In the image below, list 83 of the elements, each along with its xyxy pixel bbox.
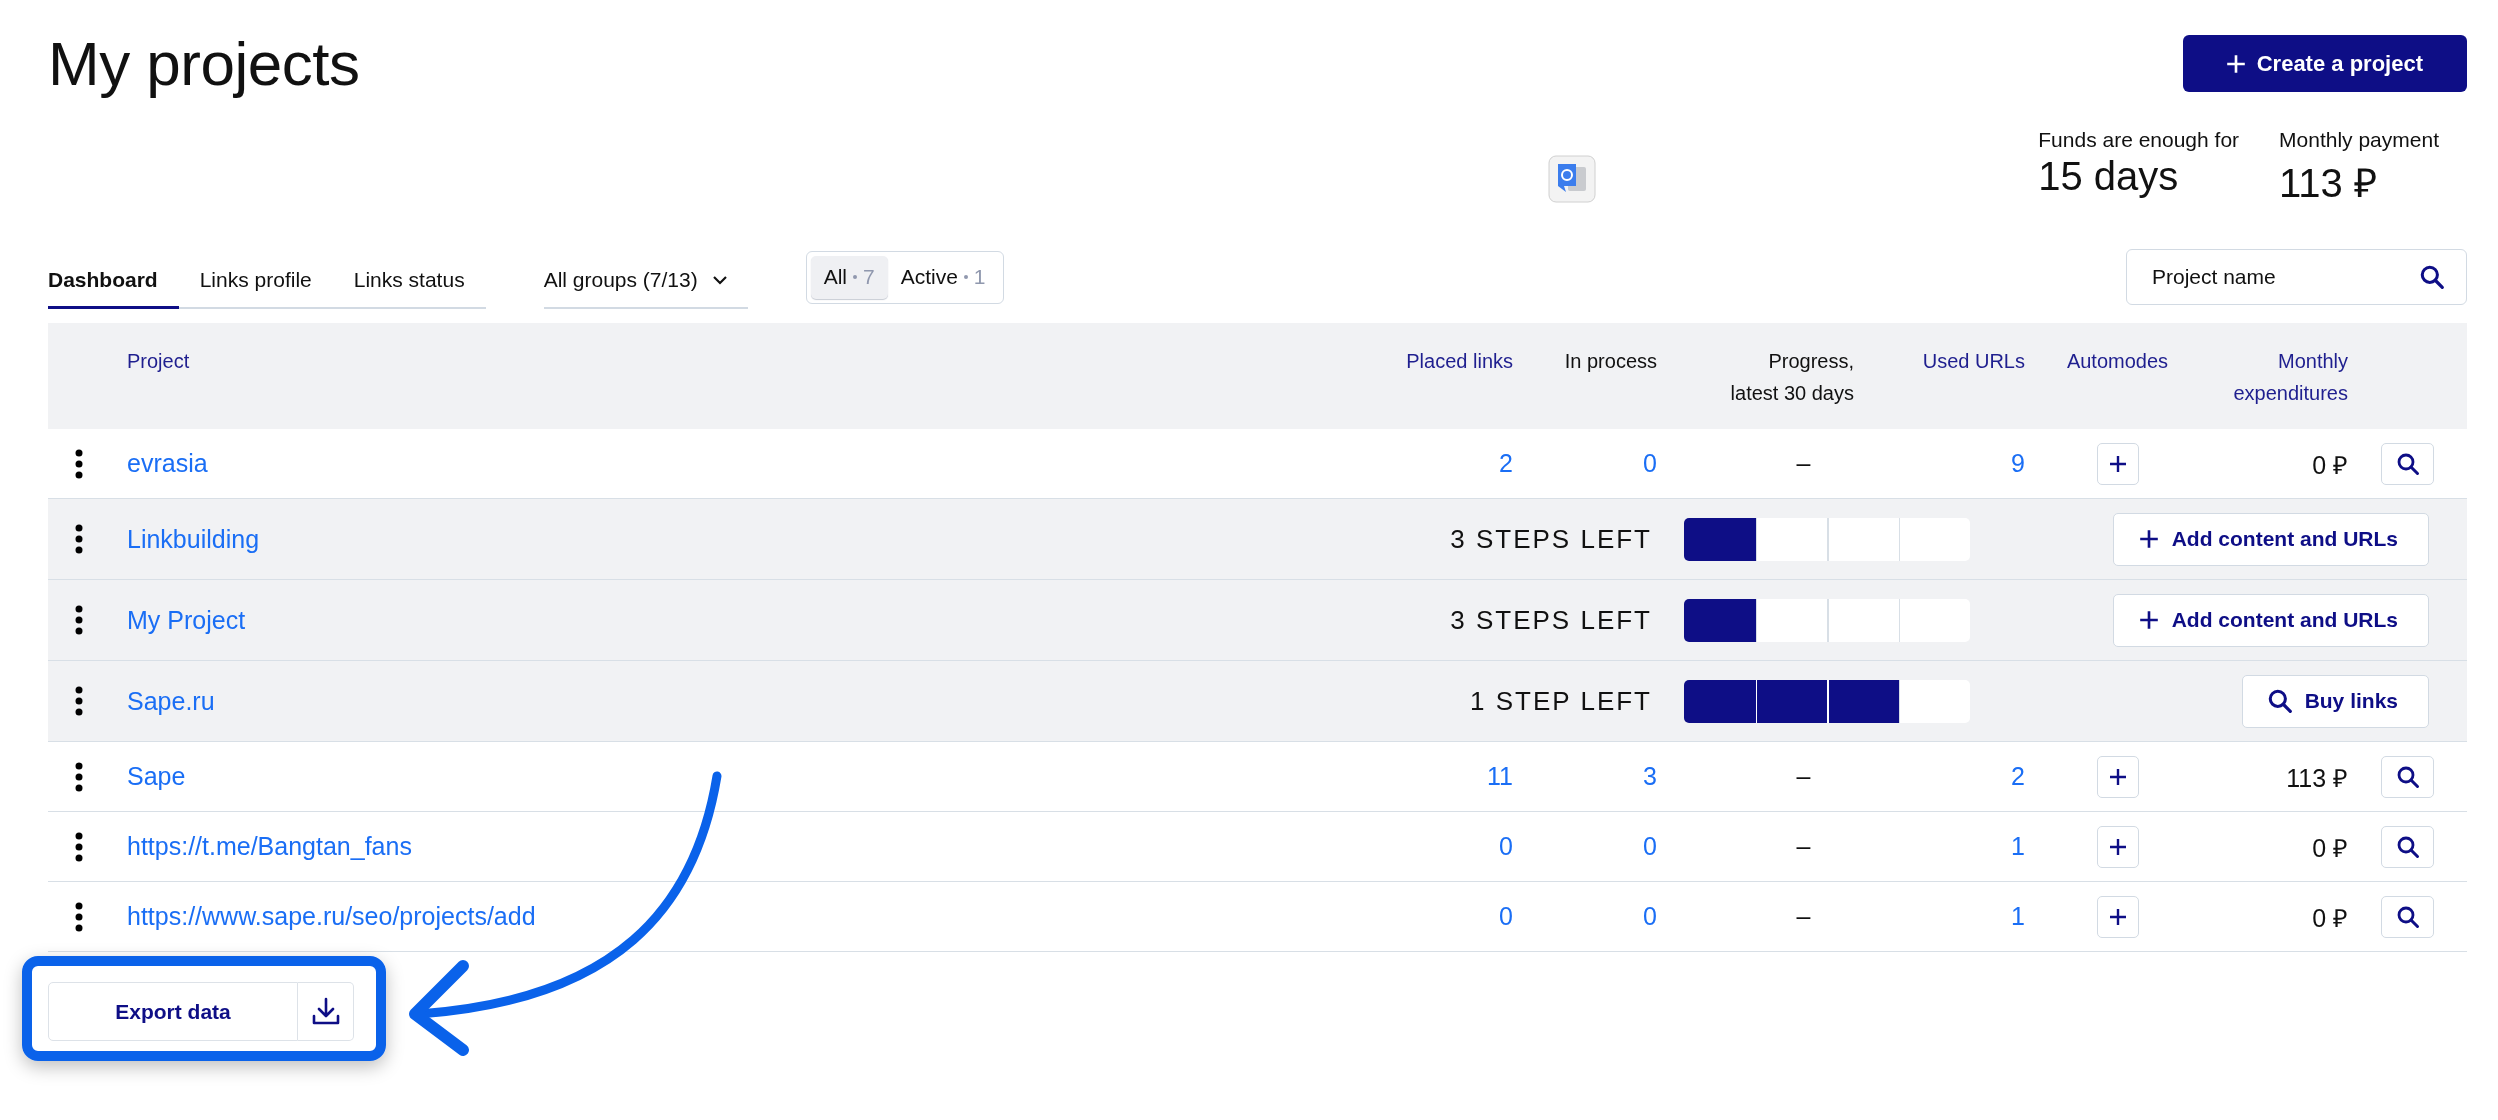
plus-icon [2137, 528, 2160, 550]
stat-label: Funds are enough for [2038, 128, 2240, 152]
more-icon[interactable] [75, 686, 83, 716]
translate-icon[interactable] [1548, 155, 1596, 203]
steps-left: 3 STEPS LEFT [1449, 523, 1653, 555]
column-header[interactable]: Used URLs [1880, 345, 2025, 429]
more-icon[interactable] [75, 524, 83, 554]
project-link[interactable]: Linkbuilding [110, 524, 260, 554]
used-urls-count[interactable]: 1 [1880, 902, 2025, 931]
used-urls-count[interactable]: 1 [1880, 832, 2025, 861]
stat-value: 113 ₽ [2279, 160, 2378, 207]
search-icon [2395, 834, 2420, 859]
more-icon[interactable] [75, 901, 83, 932]
in-process-count[interactable]: 0 [1513, 902, 1657, 931]
more-icon[interactable] [75, 605, 83, 635]
more-icon[interactable] [75, 831, 83, 862]
progress-value: – [1795, 449, 1812, 478]
placed-links-count[interactable]: 11 [1353, 762, 1513, 791]
filter-toggle[interactable]: All 7 [810, 255, 888, 299]
used-urls-count[interactable]: 2 [1880, 762, 2025, 791]
placed-links-count[interactable]: 2 [1353, 449, 1513, 478]
add-automode-button[interactable] [2096, 755, 2139, 798]
search-button[interactable] [2381, 895, 2434, 938]
page-title: My projects [48, 28, 360, 99]
add-content-button[interactable]: Add content and URLs [2112, 512, 2429, 566]
in-process-count[interactable]: 0 [1513, 832, 1657, 861]
add-automode-button[interactable] [2096, 895, 2139, 938]
column-header: In process [1563, 349, 1657, 374]
create-project-button[interactable]: Create a project [2182, 35, 2467, 92]
search-button[interactable] [2381, 825, 2434, 868]
search-button[interactable] [2381, 442, 2434, 485]
chevron-down-icon [711, 275, 728, 285]
tab[interactable]: Links profile [178, 253, 333, 309]
export-data-button[interactable]: Export data [48, 982, 298, 1041]
monthly-expenditure: 0 ₽ [2311, 902, 2348, 934]
steps-left: 3 STEPS LEFT [1449, 604, 1653, 636]
column-header[interactable]: Placed links [1353, 345, 1513, 429]
placed-links-count[interactable]: 0 [1353, 832, 1513, 861]
stat-value: 15 days [2038, 154, 2180, 199]
search-icon [2395, 904, 2420, 929]
search-icon [2266, 688, 2293, 714]
add-automode-button[interactable] [2096, 825, 2139, 868]
project-link[interactable]: https://www.sape.ru/seo/projects/add [110, 902, 536, 931]
progress-value: – [1795, 762, 1812, 791]
project-link[interactable]: Sape [110, 762, 186, 791]
add-automode-button[interactable] [2096, 442, 2139, 485]
plus-icon [2107, 766, 2128, 787]
search-button[interactable] [2381, 755, 2434, 798]
plus-icon [2107, 906, 2128, 927]
add-content-button[interactable]: Add content and URLs [2112, 593, 2429, 647]
monthly-expenditure: 113 ₽ [2285, 762, 2348, 794]
column-header[interactable]: Project [110, 345, 1353, 429]
in-process-count[interactable]: 3 [1513, 762, 1657, 791]
more-icon[interactable] [75, 761, 83, 792]
more-icon[interactable] [75, 448, 83, 479]
progress-value: – [1795, 832, 1812, 861]
in-process-count[interactable]: 0 [1513, 449, 1657, 478]
steps-left: 1 STEP LEFT [1469, 685, 1653, 717]
filter-toggle[interactable]: Active 1 [887, 255, 999, 299]
search-icon [2395, 451, 2420, 476]
placed-links-count[interactable]: 0 [1353, 902, 1513, 931]
plus-icon [2107, 453, 2128, 474]
group-dropdown[interactable]: All groups (7/13) [543, 253, 748, 309]
column-header: Progress, latest 30 days [1729, 349, 1855, 406]
plus-icon [2137, 609, 2160, 631]
monthly-expenditure: 0 ₽ [2311, 449, 2348, 481]
search-icon [2419, 264, 2445, 290]
project-link[interactable]: Sape.ru [110, 686, 215, 716]
used-urls-count[interactable]: 9 [1880, 449, 2025, 478]
tab[interactable]: Links status [332, 253, 486, 309]
monthly-expenditure: 0 ₽ [2311, 832, 2348, 864]
progress-value: – [1795, 902, 1812, 931]
stat-label: Monthly payment [2279, 128, 2439, 152]
project-link[interactable]: https://t.me/Bangtan_fans [110, 832, 412, 861]
plus-icon [2107, 836, 2128, 857]
project-link[interactable]: evrasia [110, 449, 208, 478]
download-button[interactable] [298, 982, 354, 1041]
plus-icon [2224, 52, 2247, 75]
tab[interactable]: Dashboard [48, 253, 179, 309]
project-link[interactable]: My Project [110, 605, 246, 635]
buy-links-button[interactable]: Buy links [2241, 674, 2429, 728]
search-icon [2395, 764, 2420, 789]
search-field[interactable]: Project name [2126, 249, 2467, 305]
